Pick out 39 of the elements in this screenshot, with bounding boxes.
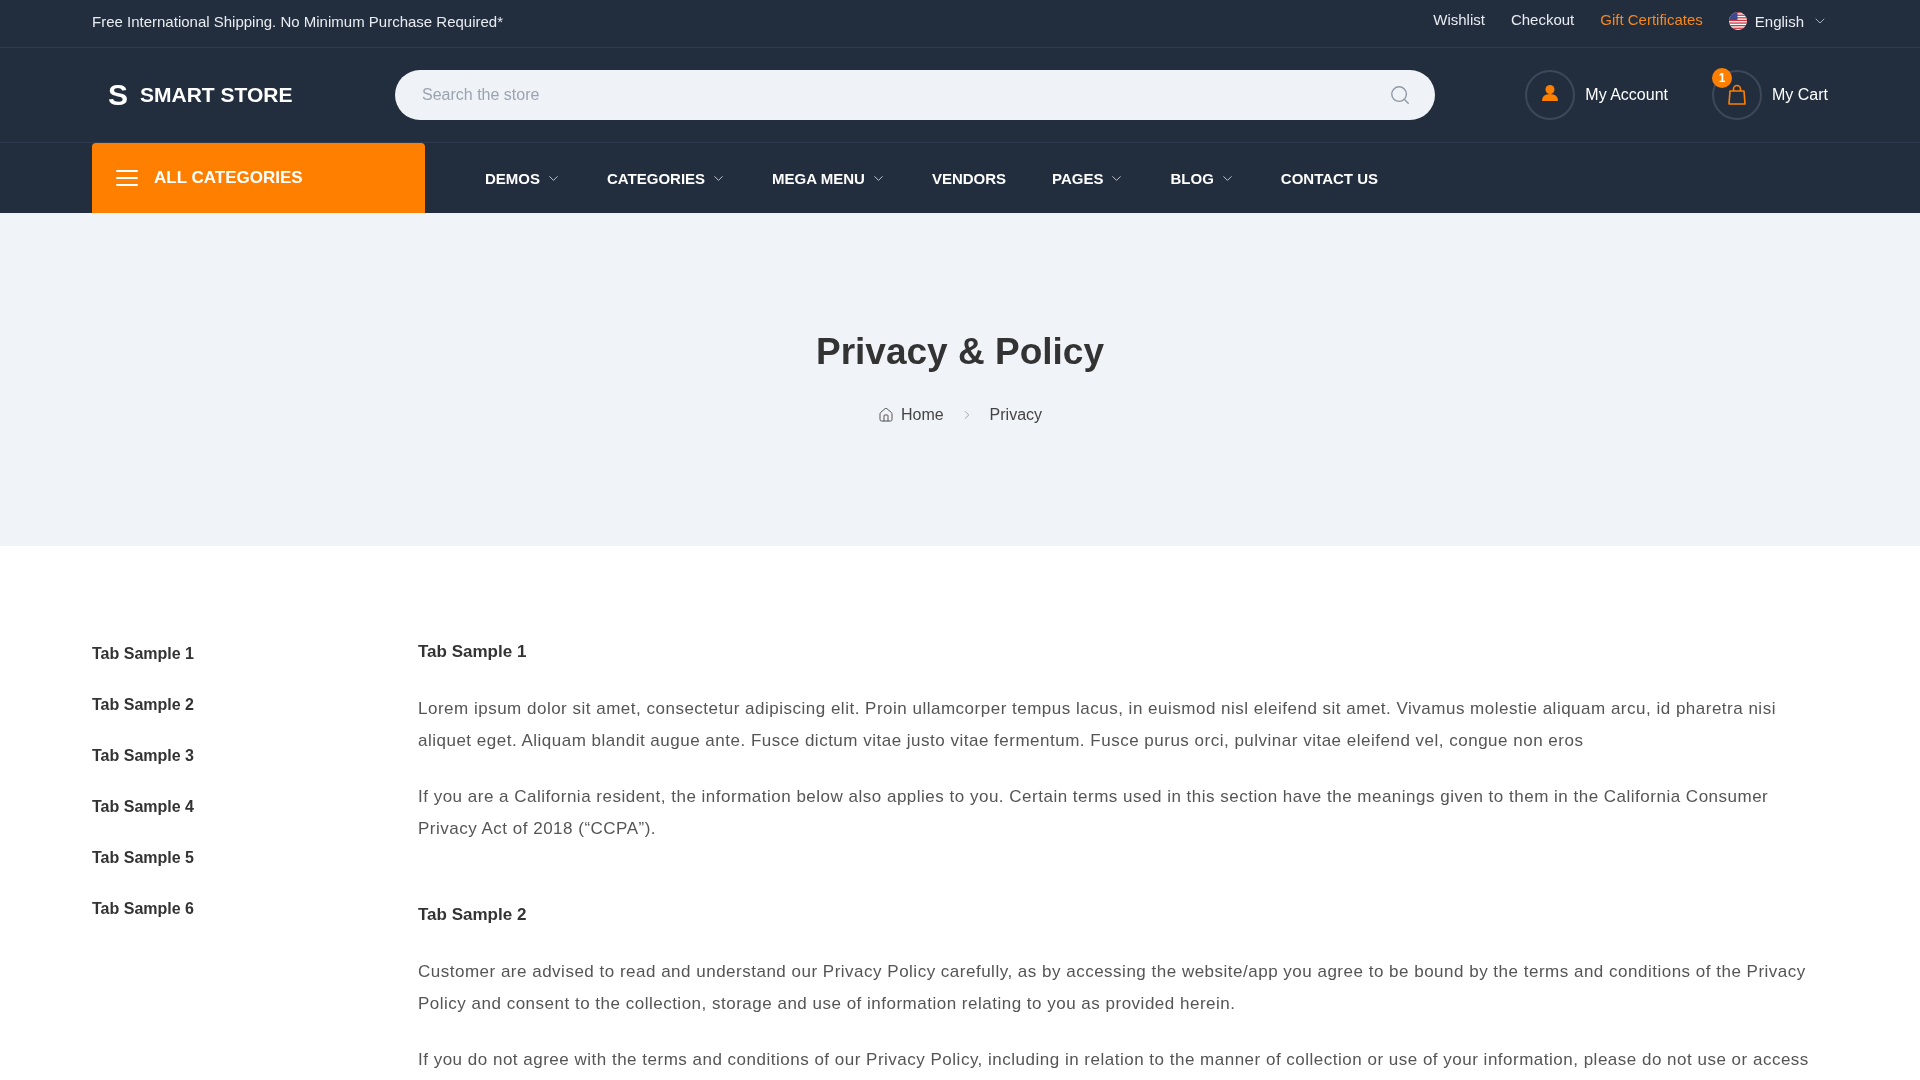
paragraph: If you do not agree with the terms and conditions of our Privacy Policy, including in relation to the manner of collection or use of your information, please do not use or access bbox=[418, 1049, 1810, 1071]
shopping-bag-icon bbox=[1712, 70, 1762, 120]
tab-link[interactable]: Tab Sample 2 bbox=[92, 693, 194, 717]
nav-link[interactable]: PAGES bbox=[1052, 169, 1125, 187]
language-selector[interactable]: English bbox=[1728, 12, 1828, 30]
breadcrumb-current: Privacy bbox=[989, 406, 1043, 424]
nav-link[interactable]: DEMOS bbox=[485, 169, 561, 187]
breadcrumb-link[interactable]: Home bbox=[877, 406, 944, 424]
nav-link[interactable]: MEGA MENU bbox=[772, 169, 886, 187]
user-icon bbox=[1525, 70, 1576, 120]
page-title: Privacy & Policy bbox=[816, 330, 1104, 374]
tab-link[interactable]: Tab Sample 1 bbox=[92, 642, 194, 666]
nav-link[interactable]: VENDORS bbox=[931, 169, 1007, 187]
us-flag-icon bbox=[1728, 12, 1747, 30]
search-icon[interactable] bbox=[1389, 84, 1412, 106]
menu-icon bbox=[116, 170, 138, 186]
section-heading: Tab Sample 2 bbox=[418, 904, 528, 926]
tab-link[interactable]: Tab Sample 6 bbox=[92, 897, 194, 921]
section-heading: Tab Sample 1 bbox=[418, 641, 528, 663]
paragraph: Customer are advised to read and understand our Privacy Policy carefully, as by accessing the website/app you agree to be bound by the terms and conditions of the Privacy Policy and consent to the collection, storage and use of information relating to you as provided herein. bbox=[418, 961, 1807, 1015]
search-field[interactable]: Search the store bbox=[395, 70, 1436, 120]
top-link[interactable]: Gift Certificates bbox=[1600, 11, 1703, 28]
account-link[interactable]: My Account bbox=[1525, 70, 1668, 120]
tab-link[interactable]: Tab Sample 4 bbox=[92, 795, 194, 819]
top-link[interactable]: Wishlist bbox=[1433, 11, 1485, 28]
cart-link[interactable]: My Cart 1 bbox=[1712, 70, 1828, 120]
paragraph: If you are a California resident, the information below also applies to you. Certain terms used in this section have the meanings given to them in the California Consumer Privacy Act of 2018 (“CCPA”). bbox=[418, 786, 1770, 840]
tab-link[interactable]: Tab Sample 3 bbox=[92, 744, 194, 768]
paragraph: Lorem ipsum dolor sit amet, consectetur adipiscing elit. Proin ullamcorper tempus lacus, in euismod nisl eleifend sit amet. Vivamus molestie aliquam arcu, id pharetra nisi aliquet eget. Aliquam blandit augue ante. Fusce dictum vitae justo vitae fermentum. Fusce purus orci, pulvinar vitae eleifend vel, congue non eros bbox=[418, 698, 1777, 752]
tab-link[interactable]: Tab Sample 5 bbox=[92, 846, 194, 870]
nav-link[interactable]: BLOG bbox=[1170, 169, 1235, 187]
cart-count-badge: 1 bbox=[1712, 68, 1732, 88]
logo-mark: S bbox=[108, 80, 128, 110]
home-icon bbox=[877, 407, 894, 423]
store-logo[interactable]: S SMART STORE bbox=[92, 80, 395, 110]
top-link[interactable]: Checkout bbox=[1510, 11, 1575, 28]
nav-link[interactable]: CATEGORIES bbox=[607, 169, 727, 187]
promo-text: Free International Shipping. No Minimum Purchase Required* bbox=[92, 12, 504, 30]
nav-link[interactable]: CONTACT US bbox=[1280, 169, 1379, 187]
